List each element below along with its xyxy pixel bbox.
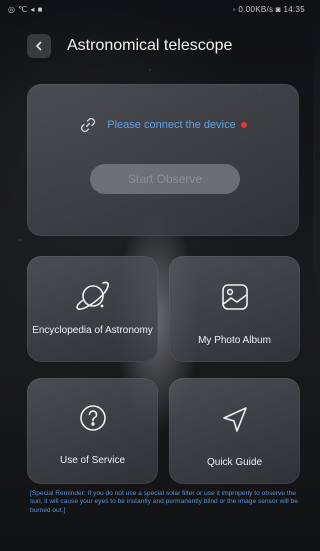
photo-icon: [221, 284, 248, 310]
tile-encyclopedia[interactable]: Encyclopedia of Astronomy: [27, 256, 158, 362]
device-connect-card: Please connect the device Start Observe: [27, 84, 299, 236]
tile-photo-album[interactable]: My Photo Album: [169, 256, 300, 362]
status-bar-left: ◎ ℃ ◂ ■: [8, 5, 43, 14]
help-icon: [79, 405, 106, 431]
tile-quick-guide[interactable]: Quick Guide: [169, 378, 300, 484]
tile-label: My Photo Album: [198, 335, 271, 346]
tile-use-of-service[interactable]: Use of Service: [27, 378, 158, 484]
chevron-left-icon: [36, 41, 42, 51]
link-icon: [81, 117, 96, 133]
connect-status-row[interactable]: Please connect the device: [27, 114, 299, 136]
alert-dot: [240, 122, 247, 128]
connect-message: Please connect the device: [107, 119, 236, 131]
page-title: Astronomical telescope: [67, 37, 233, 54]
saturn-icon: [75, 281, 109, 310]
tile-label: Quick Guide: [206, 457, 263, 468]
status-bar-right: ◦ 0.00KB/s ◙ 14:35: [232, 5, 305, 14]
tile-label: Use of Service: [59, 455, 126, 466]
start-observe-button[interactable]: Start Observe: [90, 164, 240, 194]
navigation-arrow-icon: [222, 407, 247, 432]
header: Astronomical telescope: [0, 28, 313, 64]
back-button[interactable]: [27, 34, 51, 58]
tile-label: Encyclopedia of Astronomy: [32, 325, 153, 336]
status-bar: ◎ ℃ ◂ ■ ◦ 0.00KB/s ◙ 14:35: [0, 0, 313, 20]
safety-reminder: [Special Reminder: If you do not use a s…: [30, 490, 298, 514]
